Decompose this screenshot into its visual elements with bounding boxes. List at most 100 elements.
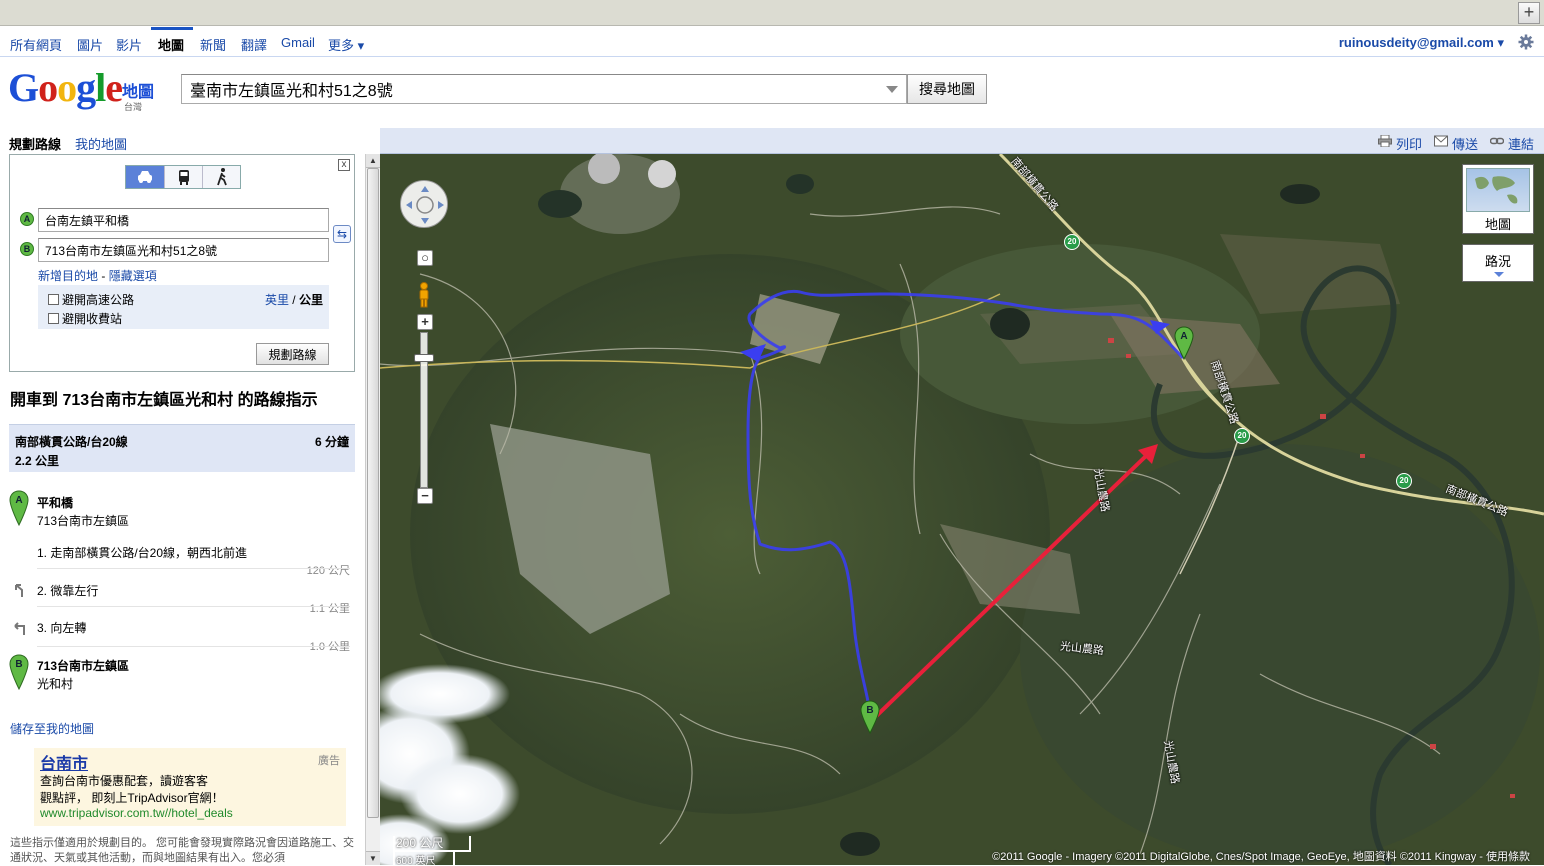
ad-url[interactable]: www.tripadvisor.com.tw//hotel_deals	[40, 806, 233, 820]
swap-locations-button[interactable]: ⇆	[333, 225, 351, 243]
traffic-button[interactable]: 路況	[1462, 244, 1534, 282]
scroll-up-arrow-icon[interactable]: ▲	[366, 154, 380, 168]
scroll-thumb[interactable]	[367, 168, 379, 818]
end-title: 713台南市左鎮區	[37, 659, 130, 673]
new-tab-button[interactable]: +	[1518, 2, 1540, 24]
step-2-distance: 1.1 公里	[309, 603, 350, 615]
end-pin-icon: B	[9, 654, 29, 690]
summary-time: 6 分鐘	[314, 435, 349, 449]
close-icon[interactable]: x	[338, 159, 350, 171]
scale-metric-label: 200 公尺	[396, 836, 444, 850]
nav-item-maps[interactable]: 地圖	[158, 35, 184, 54]
avoid-tolls-label: 避開收費站	[62, 312, 123, 326]
start-pin-icon: A	[9, 490, 29, 526]
route-form: x A B ⇆ 新增目的地 - 隱藏選項 避開高速公路 避開收費站 英里 / 公…	[9, 154, 355, 372]
route-links: 新增目的地 - 隱藏選項	[38, 267, 157, 284]
scroll-down-arrow-icon[interactable]: ▼	[366, 851, 380, 865]
get-directions-button[interactable]: 規劃路線	[256, 343, 329, 365]
sidebar-scrollbar[interactable]: ▲ ▼	[365, 154, 380, 865]
ad-text-line-1: 查詢台南市優惠配套，讀遊客客	[40, 774, 209, 788]
map-marker-b-icon[interactable]: B	[860, 700, 880, 734]
zoom-ring-icon[interactable]: ○	[417, 250, 433, 266]
world-map-thumbnail-icon	[1466, 168, 1530, 212]
hide-options-link[interactable]: 隱藏選項	[109, 269, 157, 283]
nav-item-images[interactable]: 圖片	[77, 35, 103, 54]
map-marker-a-icon[interactable]: A	[1174, 326, 1194, 360]
nav-item-gmail[interactable]: Gmail	[281, 35, 315, 50]
search-maps-button[interactable]: 搜尋地圖	[907, 74, 987, 104]
step-divider	[37, 568, 350, 569]
logo-region-label: 台灣	[124, 102, 143, 112]
directions-disclaimer: 這些指示僅適用於規劃目的。 您可能會發現實際路況會因道路施工、交通狀況、天氣或其…	[10, 837, 355, 864]
avoid-highways-option[interactable]: 避開高速公路	[48, 291, 134, 308]
highway-20-shield-icon: 20	[1234, 428, 1250, 444]
avoid-tolls-checkbox[interactable]	[48, 313, 59, 324]
step-2-text[interactable]: 2. 微靠左行	[37, 582, 98, 599]
bus-icon	[178, 170, 189, 185]
pan-control[interactable]	[400, 180, 448, 228]
map-marker-b-letter: B	[866, 705, 873, 716]
traffic-label: 路況	[1484, 254, 1511, 269]
pegman-icon[interactable]	[417, 282, 431, 308]
tab-get-directions[interactable]: 規劃路線	[9, 134, 61, 153]
start-subtitle: 713台南市左鎮區	[37, 514, 130, 528]
slight-left-icon	[15, 584, 23, 597]
add-destination-link[interactable]: 新增目的地	[38, 269, 98, 283]
account-menu[interactable]: ruinousdeity@gmail.com ▾	[1339, 35, 1504, 51]
distance-units: 英里 / 公里	[265, 291, 323, 308]
tab-my-maps[interactable]: 我的地圖	[75, 134, 127, 153]
unit-km-selected: 公里	[298, 293, 323, 307]
links-separator: -	[98, 269, 109, 283]
turn-left-icon	[14, 622, 25, 635]
nav-item-videos[interactable]: 影片	[116, 35, 142, 54]
mode-transit-button[interactable]	[164, 166, 202, 188]
print-link[interactable]: 列印	[1396, 134, 1422, 153]
unit-separator: /	[288, 293, 299, 307]
map-type-button[interactable]: 地圖	[1462, 164, 1534, 234]
avoid-tolls-option[interactable]: 避開收費站	[48, 310, 122, 327]
chevron-down-icon[interactable]	[1494, 272, 1504, 277]
mode-driving-button[interactable]	[126, 166, 164, 188]
marker-a-icon: A	[20, 212, 34, 226]
gear-icon[interactable]	[1518, 34, 1534, 50]
route-options: 避開高速公路 避開收費站 英里 / 公里	[38, 285, 329, 329]
nav-item-all-web[interactable]: 所有網頁	[10, 35, 62, 54]
mode-walking-button[interactable]	[202, 166, 240, 188]
ad-title-link[interactable]: 台南市	[40, 750, 88, 774]
pan-hand-icon	[406, 186, 444, 224]
google-logo[interactable]: Google	[8, 68, 123, 108]
search-input[interactable]	[182, 75, 882, 103]
start-location-input[interactable]	[38, 208, 329, 232]
highway-20-shield-icon: 20	[1396, 473, 1412, 489]
end-location-input[interactable]	[38, 238, 329, 262]
satellite-map[interactable]: 南部橫貫公路 南部橫貫公路 南部橫貫公路 光山農路 光山農路 光山農路 20 2…	[380, 154, 1544, 865]
zoom-slider-handle[interactable]	[414, 354, 434, 362]
zoom-in-button[interactable]: +	[417, 314, 433, 330]
step-1-text[interactable]: 1. 走南部橫貫公路/台20線，朝西北前進	[37, 544, 247, 561]
email-icon[interactable]	[1434, 135, 1448, 147]
link-link[interactable]: 連結	[1508, 134, 1534, 153]
sponsored-ad[interactable]: 台南市 廣告 查詢台南市優惠配套，讀遊客客 觀點評， 即刻上TripAdviso…	[34, 748, 346, 826]
nav-item-news[interactable]: 新聞	[200, 35, 226, 54]
nav-item-translate[interactable]: 翻譯	[241, 35, 267, 54]
map-copyright[interactable]: ©2011 Google - Imagery ©2011 DigitalGlob…	[992, 848, 1530, 864]
unit-miles-link[interactable]: 英里	[265, 293, 289, 307]
save-to-my-maps-link[interactable]: 儲存至我的地圖	[10, 720, 94, 737]
route-summary[interactable]: 南部橫貫公路/台20線 6 分鐘 2.2 公里	[9, 424, 355, 472]
map-toolbar: 列印 傳送 連結	[380, 128, 1544, 154]
step-divider	[37, 646, 350, 647]
directions-sidebar: 規劃路線 我的地圖 x A B ⇆ 新增目的地 - 隱藏選項 避開高速公路 避開…	[0, 128, 365, 865]
nav-item-more[interactable]: 更多 ▾	[328, 35, 364, 54]
avoid-highways-checkbox[interactable]	[48, 294, 59, 305]
highway-20-shield-icon: 20	[1064, 234, 1080, 250]
ad-text-line-2: 觀點評， 即刻上TripAdvisor官網！	[40, 791, 224, 805]
search-box	[181, 74, 907, 104]
zoom-out-button[interactable]: −	[417, 488, 433, 504]
chevron-down-icon[interactable]	[886, 86, 898, 93]
step-3-text[interactable]: 3. 向左轉	[37, 619, 86, 636]
end-subtitle: 光和村	[37, 677, 74, 691]
send-link[interactable]: 傳送	[1452, 134, 1478, 153]
link-icon[interactable]	[1490, 135, 1504, 147]
print-icon[interactable]	[1378, 135, 1392, 147]
ad-label: 廣告	[318, 755, 340, 767]
